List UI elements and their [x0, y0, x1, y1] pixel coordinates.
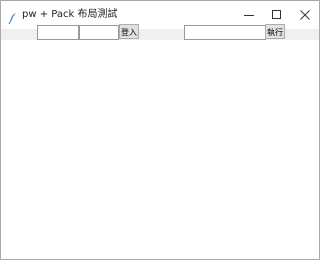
- command-entry[interactable]: [184, 25, 266, 40]
- maximize-icon: [272, 10, 281, 19]
- window-title: pw + Pack 布局測試: [22, 9, 118, 20]
- close-icon: [300, 10, 310, 20]
- first-entry[interactable]: [37, 25, 79, 40]
- minimize-icon: [244, 15, 254, 16]
- feather-icon: [8, 9, 18, 25]
- content-area: [1, 41, 319, 259]
- second-entry[interactable]: [79, 25, 119, 40]
- app-window: pw + Pack 布局測試 登入 執行: [0, 0, 320, 260]
- login-button[interactable]: 登入: [119, 24, 139, 39]
- run-button[interactable]: 執行: [265, 24, 285, 39]
- control-row: 登入 執行: [1, 24, 319, 42]
